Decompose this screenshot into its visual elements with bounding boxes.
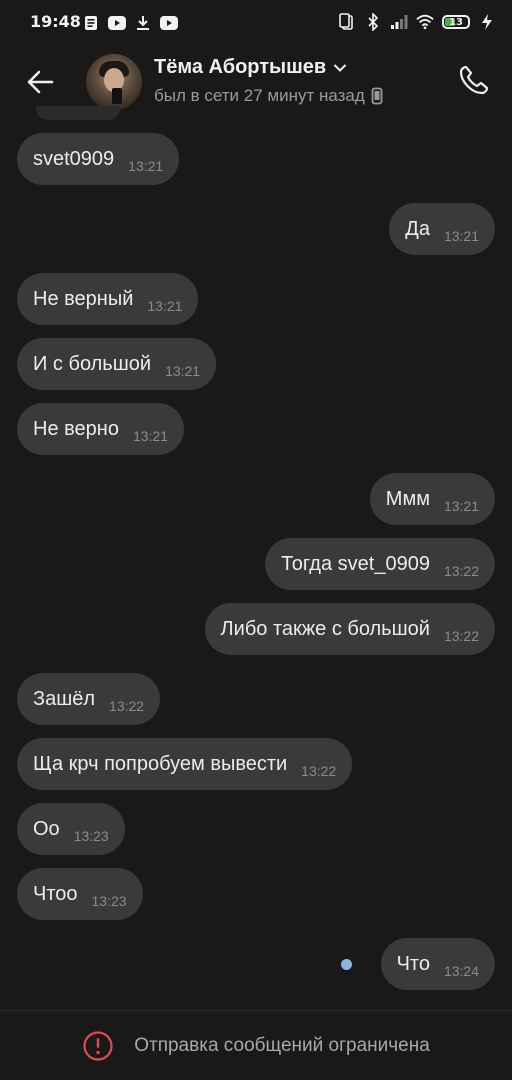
chevron-down-icon bbox=[334, 64, 347, 72]
bluetooth-icon bbox=[364, 13, 382, 31]
message-text: Зашёл bbox=[33, 687, 96, 710]
message-text: Не верно bbox=[33, 417, 119, 440]
message-text: Не верный bbox=[33, 287, 134, 310]
message-incoming[interactable]: Ща крч попробуем вывести 13:22 bbox=[17, 738, 353, 790]
message-time: 13:22 bbox=[301, 763, 337, 779]
message-incoming[interactable]: Зашёл 13:22 bbox=[17, 673, 161, 725]
message-text: Оо bbox=[33, 817, 60, 840]
previous-message-edge bbox=[36, 106, 120, 120]
arrow-left-icon bbox=[27, 70, 54, 94]
message-incoming[interactable]: Чтоо 13:23 bbox=[17, 868, 143, 920]
last-seen-text: был в сети 27 минут назад bbox=[154, 86, 365, 105]
youtube-icon bbox=[160, 14, 178, 32]
wifi-icon bbox=[416, 13, 434, 31]
message-outgoing[interactable]: Либо также с большой 13:22 bbox=[204, 603, 495, 655]
mobile-device-icon bbox=[371, 87, 383, 105]
contact-title[interactable]: Тёма Абортышев bbox=[154, 56, 348, 79]
battery-icon: 13 bbox=[442, 15, 470, 29]
message-time: 13:23 bbox=[73, 828, 109, 844]
message-time: 13:22 bbox=[443, 563, 479, 579]
status-bar: 19:48 13 bbox=[0, 0, 512, 48]
notification-icons bbox=[82, 14, 178, 32]
message-time: 13:21 bbox=[147, 298, 183, 314]
message-incoming[interactable]: Не верный 13:21 bbox=[17, 273, 199, 325]
status-time: 19:48 bbox=[30, 12, 81, 31]
phone-icon bbox=[459, 65, 489, 95]
message-time: 13:21 bbox=[165, 363, 201, 379]
download-icon bbox=[134, 14, 152, 32]
back-button[interactable] bbox=[22, 64, 58, 100]
unread-indicator bbox=[341, 959, 352, 970]
message-time: 13:21 bbox=[128, 158, 164, 174]
warning-circle-icon bbox=[83, 1030, 113, 1061]
message-time: 13:24 bbox=[443, 963, 479, 979]
message-outgoing[interactable]: Что 13:24 bbox=[380, 938, 495, 990]
messaging-restricted-bar: Отправка сообщений ограничена bbox=[0, 1011, 512, 1080]
vibrate-icon bbox=[338, 13, 356, 31]
battery-level: 13 bbox=[449, 16, 463, 28]
call-button[interactable] bbox=[456, 62, 492, 98]
message-time: 13:21 bbox=[132, 428, 168, 444]
contact-name: Тёма Абортышев bbox=[154, 56, 327, 78]
presence-status: был в сети 27 минут назад bbox=[154, 86, 383, 106]
message-text: И с большой bbox=[33, 352, 152, 375]
message-time: 13:21 bbox=[443, 228, 479, 244]
document-icon bbox=[82, 14, 100, 32]
message-incoming[interactable]: И с большой 13:21 bbox=[17, 338, 217, 390]
message-incoming[interactable]: svet0909 13:21 bbox=[17, 133, 180, 185]
message-list[interactable]: svet0909 13:21 Да 13:21 Не верный 13:21 … bbox=[0, 106, 512, 1010]
youtube-icon bbox=[108, 14, 126, 32]
message-time: 13:21 bbox=[443, 498, 479, 514]
message-text: Тогда svet_0909 bbox=[281, 552, 430, 575]
message-text: Либо также с большой bbox=[220, 617, 430, 640]
message-outgoing[interactable]: Ммм 13:21 bbox=[369, 473, 495, 525]
system-icons: 13 bbox=[338, 13, 496, 31]
message-text: Ммм bbox=[385, 487, 430, 510]
restriction-text: Отправка сообщений ограничена bbox=[134, 1034, 430, 1056]
message-text: Чтоо bbox=[33, 882, 78, 905]
message-time: 13:22 bbox=[443, 628, 479, 644]
message-text: Да bbox=[405, 217, 430, 240]
message-incoming[interactable]: Не верно 13:21 bbox=[17, 403, 184, 455]
message-text: Что bbox=[396, 952, 430, 975]
message-incoming[interactable]: Оо 13:23 bbox=[17, 803, 125, 855]
message-text: svet0909 bbox=[33, 147, 115, 170]
message-time: 13:23 bbox=[91, 893, 127, 909]
signal-icon bbox=[390, 13, 408, 31]
message-text: Ща крч попробуем вывести bbox=[33, 752, 288, 775]
message-outgoing[interactable]: Тогда svet_0909 13:22 bbox=[265, 538, 495, 590]
avatar[interactable] bbox=[86, 54, 142, 110]
message-outgoing[interactable]: Да 13:21 bbox=[389, 203, 495, 255]
message-time: 13:22 bbox=[109, 698, 145, 714]
charging-icon bbox=[478, 13, 496, 31]
